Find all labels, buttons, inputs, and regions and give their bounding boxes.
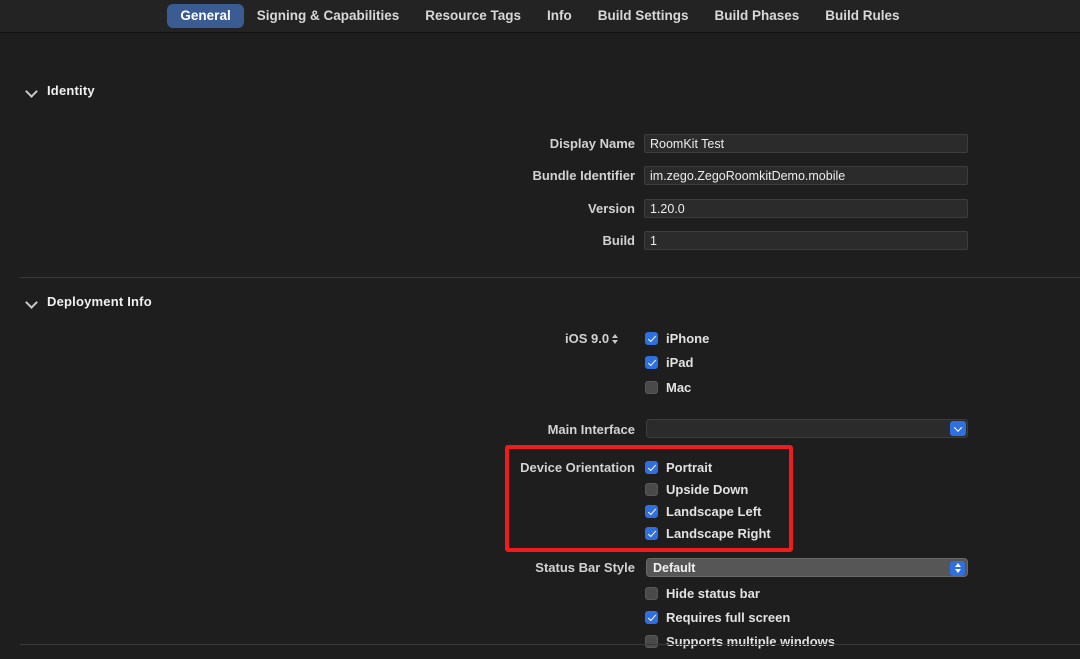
checkbox-label-hide-status-bar: Hide status bar — [666, 586, 760, 601]
tab-build-settings[interactable]: Build Settings — [585, 4, 702, 28]
checkbox-label-upside-down: Upside Down — [666, 482, 748, 497]
checkbox-requires-full-screen[interactable] — [645, 611, 658, 624]
checkbox-hide-status-bar[interactable] — [645, 587, 658, 600]
label-status-bar-style: Status Bar Style — [305, 560, 635, 575]
checkbox-row-supports-multiple-windows[interactable]: Supports multiple windows — [645, 634, 835, 649]
chevron-down-icon[interactable] — [26, 85, 38, 97]
checkbox-row-ipad[interactable]: iPad — [645, 355, 693, 370]
checkbox-landscape-right[interactable] — [645, 527, 658, 540]
checkbox-label-landscape-right: Landscape Right — [666, 526, 771, 541]
section-header-deployment-info[interactable]: Deployment Info — [26, 294, 152, 309]
label-main-interface: Main Interface — [305, 422, 635, 437]
checkbox-label-requires-full-screen: Requires full screen — [666, 610, 790, 625]
checkbox-label-landscape-left: Landscape Left — [666, 504, 761, 519]
checkbox-iphone[interactable] — [645, 332, 658, 345]
section-divider-bottom — [20, 644, 1080, 645]
checkbox-upside-down[interactable] — [645, 483, 658, 496]
tab-resource-tags[interactable]: Resource Tags — [412, 4, 534, 28]
section-title-deployment-info: Deployment Info — [47, 294, 152, 309]
bundle-identifier-input[interactable]: im.zego.ZegoRoomkitDemo.mobile — [644, 166, 968, 185]
label-build: Build — [305, 233, 635, 248]
label-device-orientation: Device Orientation — [305, 460, 635, 475]
section-divider-identity — [20, 277, 1080, 278]
checkbox-supports-multiple-windows[interactable] — [645, 635, 658, 648]
tab-general[interactable]: General — [167, 4, 243, 28]
checkbox-landscape-left[interactable] — [645, 505, 658, 518]
checkbox-row-hide-status-bar[interactable]: Hide status bar — [645, 586, 760, 601]
checkbox-row-portrait[interactable]: Portrait — [645, 460, 712, 475]
deployment-target-stepper[interactable]: iOS 9.0 — [565, 331, 618, 346]
checkbox-row-upside-down[interactable]: Upside Down — [645, 482, 748, 497]
label-version: Version — [305, 201, 635, 216]
main-interface-combobox[interactable] — [646, 419, 968, 438]
section-header-identity[interactable]: Identity — [26, 83, 95, 98]
section-title-identity: Identity — [47, 83, 95, 98]
label-display-name: Display Name — [305, 136, 635, 151]
chevron-down-icon[interactable] — [26, 296, 38, 308]
build-input[interactable]: 1 — [644, 231, 968, 250]
checkbox-label-mac: Mac — [666, 380, 691, 395]
checkbox-row-mac[interactable]: Mac — [645, 380, 691, 395]
version-input[interactable]: 1.20.0 — [644, 199, 968, 218]
status-bar-style-value: Default — [653, 561, 695, 575]
project-settings-content: Identity Display Name RoomKit Test Bundl… — [0, 33, 1080, 659]
checkbox-label-iphone: iPhone — [666, 331, 709, 346]
project-editor-tab-bar: General Signing & Capabilities Resource … — [0, 0, 1080, 33]
label-bundle-identifier: Bundle Identifier — [305, 168, 635, 183]
deployment-target-value: iOS 9.0 — [565, 331, 609, 346]
up-down-chevron-icon[interactable] — [950, 561, 965, 576]
tab-signing-capabilities[interactable]: Signing & Capabilities — [244, 4, 413, 28]
checkbox-label-portrait: Portrait — [666, 460, 712, 475]
tab-build-phases[interactable]: Build Phases — [702, 4, 813, 28]
status-bar-style-popup[interactable]: Default — [646, 558, 968, 577]
display-name-input[interactable]: RoomKit Test — [644, 134, 968, 153]
checkbox-row-requires-full-screen[interactable]: Requires full screen — [645, 610, 790, 625]
checkbox-label-supports-multiple-windows: Supports multiple windows — [666, 634, 835, 649]
checkbox-row-iphone[interactable]: iPhone — [645, 331, 709, 346]
checkbox-row-landscape-right[interactable]: Landscape Right — [645, 526, 771, 541]
stepper-icon[interactable] — [612, 334, 618, 344]
checkbox-row-landscape-left[interactable]: Landscape Left — [645, 504, 761, 519]
tab-build-rules[interactable]: Build Rules — [812, 4, 912, 28]
checkbox-portrait[interactable] — [645, 461, 658, 474]
checkbox-mac[interactable] — [645, 381, 658, 394]
tab-info[interactable]: Info — [534, 4, 585, 28]
checkbox-ipad[interactable] — [645, 356, 658, 369]
chevron-down-icon[interactable] — [950, 421, 966, 436]
checkbox-label-ipad: iPad — [666, 355, 693, 370]
